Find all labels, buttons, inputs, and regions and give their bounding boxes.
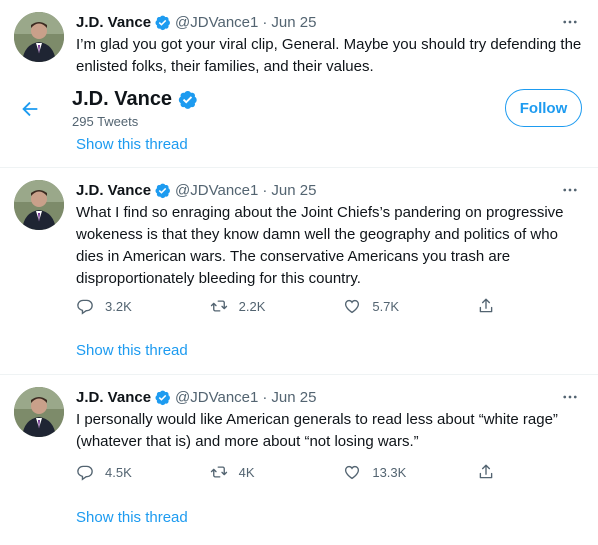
back-arrow-icon [22,101,38,117]
separator-dot: · [262,181,268,199]
verified-badge-icon [155,183,170,198]
follow-button[interactable]: Follow [505,89,582,127]
like-count: 13.3K [372,464,407,480]
tweet-text: What I find so enraging about the Joint … [76,204,564,287]
avatar-image [14,180,64,230]
like-button[interactable]: 5.7K [343,297,477,315]
share-icon [479,298,493,313]
separator-dot: · [262,388,268,406]
retweet-icon [210,466,227,478]
tweets-count: 295 Tweets [72,114,139,129]
tweet-date[interactable]: Jun 25 [271,182,316,199]
tweet-date[interactable]: Jun 25 [271,389,316,406]
share-button[interactable] [477,297,506,315]
more-button[interactable] [560,12,580,32]
share-button[interactable] [477,463,506,481]
reply-button[interactable]: 4.5K [76,463,210,481]
reply-count: 3.2K [105,298,132,314]
reply-icon [77,299,93,315]
show-thread-link[interactable]: Show this thread [76,509,188,526]
author-handle[interactable]: @JDVance1 [175,389,258,406]
reply-icon [77,465,93,481]
like-icon [345,465,360,480]
tweet-actions: 4.5K 4K 13.3K [76,462,506,482]
more-icon [563,188,577,192]
verified-badge-icon [155,390,170,405]
back-button[interactable] [19,98,41,120]
tweet-1[interactable]: J.D. Vance @JDVance1 · Jun 25 I’m glad y… [0,0,598,84]
more-icon [563,20,577,24]
retweet-icon [210,300,227,312]
retweet-button[interactable]: 2.2K [210,297,344,315]
author-name[interactable]: J.D. Vance [76,389,151,406]
show-thread-link[interactable]: Show this thread [76,342,188,359]
avatar[interactable] [14,12,64,62]
like-button[interactable]: 13.3K [343,463,477,481]
author-name[interactable]: J.D. Vance [76,14,151,31]
author-handle[interactable]: @JDVance1 [175,14,258,31]
tweet-text: I’m glad you got your viral clip, Genera… [76,36,582,75]
like-icon [345,299,360,314]
verified-badge-icon [155,15,170,30]
share-icon [479,464,493,479]
avatar[interactable] [14,180,64,230]
author-handle[interactable]: @JDVance1 [175,182,258,199]
reply-count: 4.5K [105,464,132,480]
tweet-2[interactable]: J.D. Vance @JDVance1 · Jun 25 What I fin… [0,168,598,374]
tweet-text: I personally would like American general… [76,411,558,450]
tweet-date[interactable]: Jun 25 [271,14,316,31]
retweet-count: 4K [238,464,255,480]
profile-name: J.D. Vance [72,88,173,110]
verified-badge-icon [178,91,197,109]
avatar-image [14,12,64,62]
more-icon [563,395,577,399]
profile-header: J.D. Vance 295 Tweets Follow [0,84,598,136]
more-button[interactable] [560,387,580,407]
reply-button[interactable]: 3.2K [76,297,210,315]
retweet-button[interactable]: 4K [210,463,344,481]
avatar-image [14,387,64,437]
more-button[interactable] [560,180,580,200]
tweet-actions: 3.2K 2.2K 5.7K [76,296,506,316]
separator-dot: · [262,13,268,31]
show-thread-link[interactable]: Show this thread [76,136,188,153]
tweet-3[interactable]: J.D. Vance @JDVance1 · Jun 25 I personal… [0,375,598,545]
avatar[interactable] [14,387,64,437]
retweet-count: 2.2K [238,298,266,314]
like-count: 5.7K [372,298,400,314]
author-name[interactable]: J.D. Vance [76,182,151,199]
